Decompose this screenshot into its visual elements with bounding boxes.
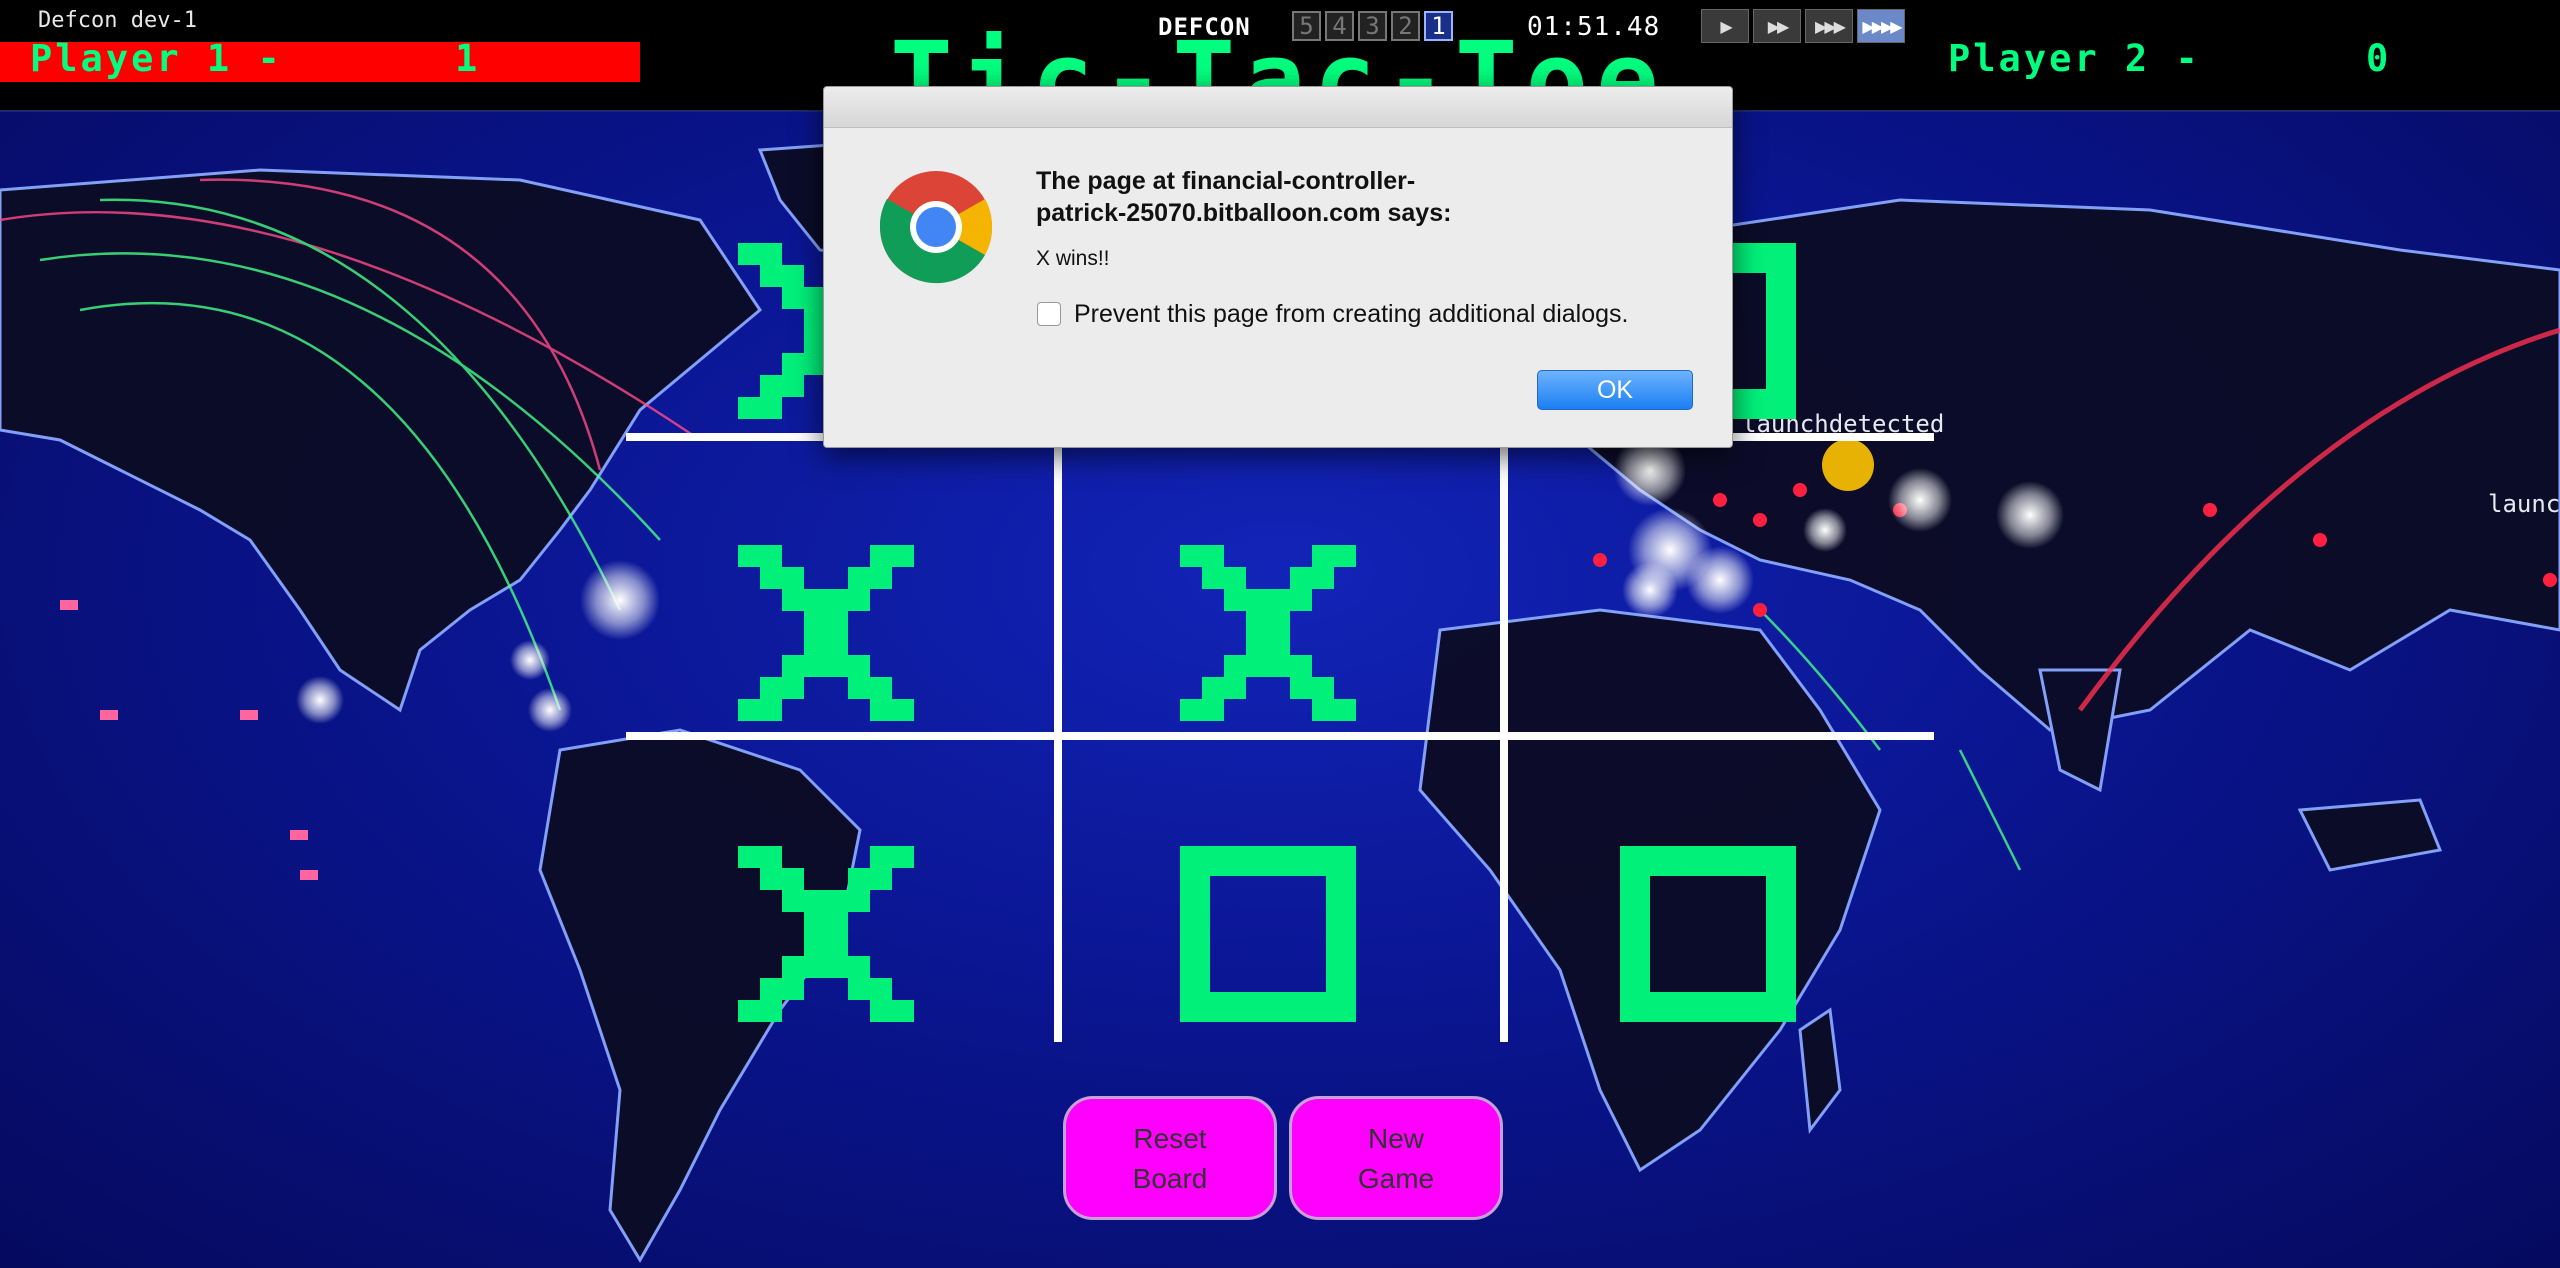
defcon-level-1[interactable]: 1 [1424,11,1453,41]
x-mark [1180,545,1356,721]
o-mark [1620,846,1796,1022]
defcon-label: DEFCON [1158,13,1251,41]
speed-fastest-button[interactable]: ▶▶▶▶ [1857,9,1905,43]
new-game-button-line-2: Game [1357,1163,1435,1194]
player2-score: 0 [2366,37,2392,80]
player1-label: Player 1 - [30,37,283,80]
reset-board-button[interactable]: Reset Board [1063,1096,1277,1220]
defcon-level-3[interactable]: 3 [1358,11,1387,41]
speed-controls: ▶ ▶▶ ▶▶▶ ▶▶▶▶ [1701,9,1905,43]
dialog-titlebar[interactable] [824,87,1732,128]
defcon-levels: 5 4 3 2 1 [1292,11,1453,41]
speed-fast-button[interactable]: ▶▶ [1753,9,1801,43]
board-cell-9[interactable] [1620,846,1796,1022]
board-cell-4[interactable] [738,545,914,721]
window-title: Defcon dev-1 [38,8,197,33]
board-cell-7[interactable] [738,846,914,1022]
defcon-level-4[interactable]: 4 [1325,11,1354,41]
x-mark [738,545,914,721]
game-clock: 01:51.48 [1527,12,1661,42]
dialog-heading: The page at financial-controller- patric… [1036,167,1452,227]
chrome-icon [879,171,993,284]
launch-label: launch [2488,490,2560,518]
reset-button-line-2: Board [1132,1163,1208,1194]
defcon-level-5[interactable]: 5 [1292,11,1321,41]
prevent-dialogs-checkbox[interactable] [1037,302,1061,326]
board-cell-6[interactable] [1620,545,1796,721]
player2-label: Player 2 - [1948,37,2201,80]
o-mark [1180,846,1356,1022]
x-mark [738,846,914,1022]
alert-dialog: The page at financial-controller- patric… [823,86,1733,448]
player1-score: 1 [455,37,481,80]
board-cell-8[interactable] [1180,846,1356,1022]
new-game-button[interactable]: New Game [1289,1096,1503,1220]
defcon-level-2[interactable]: 2 [1391,11,1420,41]
new-game-button-line-1: New [1367,1123,1424,1154]
board-cell-5[interactable] [1180,545,1356,721]
speed-play-button[interactable]: ▶ [1701,9,1749,43]
ok-button[interactable]: OK [1537,370,1693,410]
speed-faster-button[interactable]: ▶▶▶ [1805,9,1853,43]
reset-button-line-1: Reset [1133,1123,1207,1154]
prevent-dialogs-label[interactable]: Prevent this page from creating addition… [1074,300,1629,329]
dialog-message: X wins!! [1036,247,1110,270]
